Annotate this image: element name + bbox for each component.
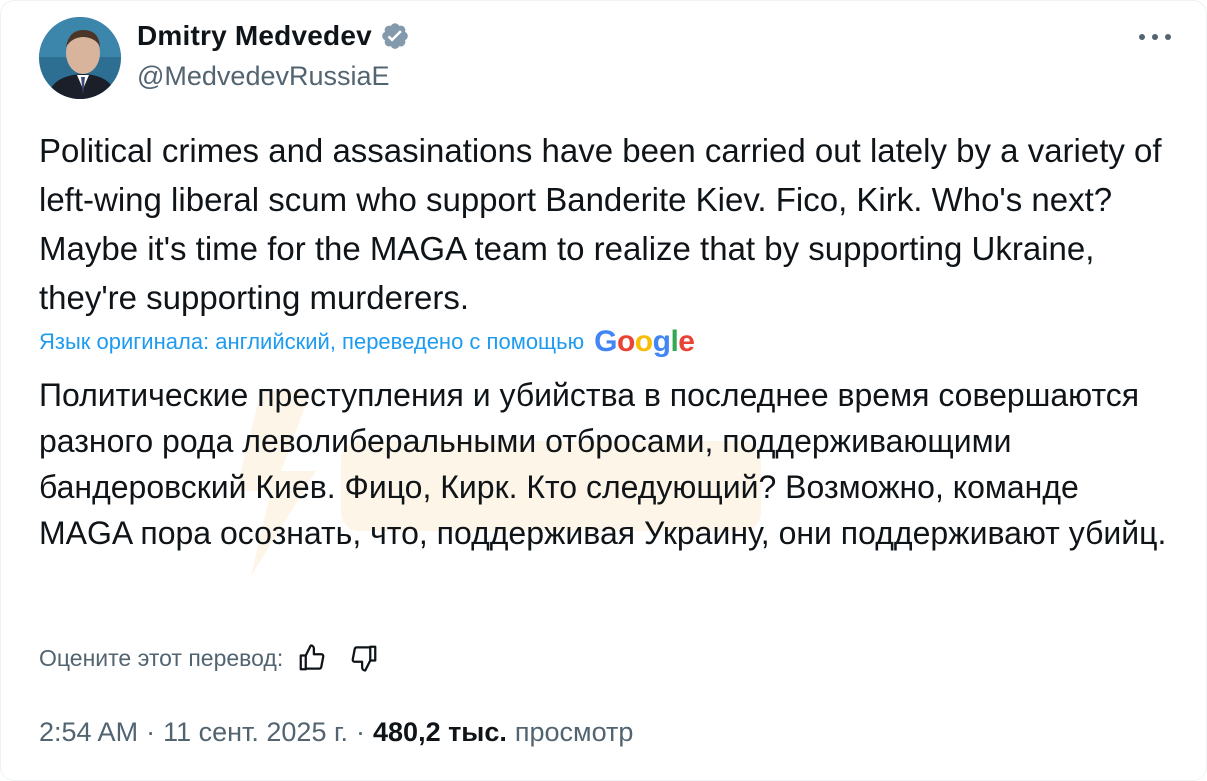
dot <box>1139 34 1145 40</box>
verified-badge-icon[interactable] <box>380 21 410 51</box>
views-label: просмотр <box>514 717 634 747</box>
rate-translation-row: Оцените этот перевод: <box>39 641 381 675</box>
translation-attribution: Язык оригинала: английский, переведено с… <box>39 325 695 359</box>
meta-separator: · <box>356 717 366 747</box>
tweet-meta: 2:54 AM · 11 сент. 2025 г. · 480,2 тыс. … <box>39 717 633 748</box>
dot <box>1165 34 1171 40</box>
meta-separator: · <box>146 717 156 747</box>
translation-note[interactable]: Язык оригинала: английский, переведено с… <box>39 329 584 355</box>
author-handle[interactable]: @MedvedevRussiaE <box>137 61 390 92</box>
thumbs-up-icon[interactable] <box>295 641 329 675</box>
author-display-name[interactable]: Dmitry Medvedev <box>137 20 372 52</box>
avatar[interactable] <box>39 17 121 99</box>
rate-translation-label: Оцените этот перевод: <box>39 644 284 671</box>
tweet-card: Dmitry Medvedev @MedvedevRussiaE Politic… <box>0 0 1207 781</box>
tweet-text-translated: Политические преступления и убийства в п… <box>39 377 1167 551</box>
google-logo: Google <box>594 325 695 358</box>
views-count[interactable]: 480,2 тыс. <box>373 717 507 748</box>
author-name-row: Dmitry Medvedev <box>137 20 410 52</box>
thumbs-down-icon[interactable] <box>347 641 381 675</box>
more-options-icon[interactable] <box>1135 25 1175 49</box>
tweet-time[interactable]: 2:54 AM <box>39 717 138 748</box>
tweet-date[interactable]: 11 сент. 2025 г. <box>163 717 348 748</box>
tweet-text-original: Political crimes and assasinations have … <box>39 132 1162 316</box>
dot <box>1152 34 1158 40</box>
